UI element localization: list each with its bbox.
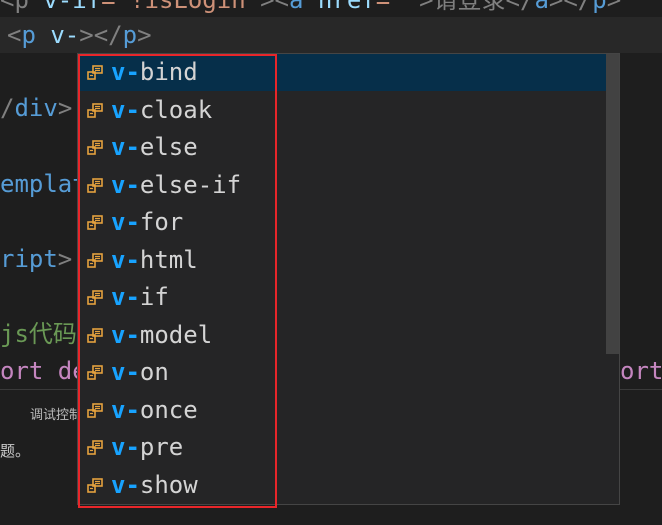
- code-line-import-tail[interactable]: ort: [620, 352, 662, 390]
- code-line-template-close[interactable]: emplat: [0, 165, 87, 203]
- code-token: /: [0, 94, 15, 122]
- code-token: ript: [0, 245, 58, 273]
- panel-message: 题。: [0, 442, 31, 460]
- code-token: ort de: [0, 357, 87, 385]
- code-token: v-: [35, 21, 80, 49]
- code-token: >: [57, 245, 73, 273]
- code-token: ><: [260, 0, 290, 14]
- code-token: <p: [0, 0, 44, 14]
- code-token: a: [289, 0, 304, 14]
- code-token: div: [14, 94, 58, 122]
- code-token: ></: [79, 21, 123, 49]
- code-token: p: [122, 21, 138, 49]
- code-token: >: [137, 21, 152, 49]
- code-token: js代码: [0, 320, 77, 348]
- code-line-export[interactable]: ort de: [0, 352, 87, 390]
- code-line-comment[interactable]: js代码: [0, 315, 77, 353]
- code-line-current[interactable]: <p v-></p>: [7, 16, 152, 54]
- code-token: href: [303, 0, 376, 14]
- code-token: ></: [548, 0, 593, 14]
- code-token: v-if: [43, 0, 102, 14]
- code-token: ="": [375, 0, 420, 14]
- debug-console-tab[interactable]: 调试控制: [30, 404, 82, 423]
- code-token: >: [57, 94, 73, 122]
- code-token: ="!isLogin": [101, 0, 261, 14]
- code-token: p: [592, 0, 607, 14]
- code-token: emplat: [0, 170, 87, 198]
- annotation-highlight-box: [78, 54, 277, 508]
- code-token: p: [21, 21, 36, 49]
- suggestion-scrollbar[interactable]: [606, 54, 619, 354]
- code-editor[interactable]: <p v-if="!isLogin"><a href="">请登录</a></p…: [0, 0, 662, 525]
- code-token: a: [534, 0, 549, 14]
- code-token: ort: [620, 357, 662, 385]
- code-token: >: [606, 0, 622, 14]
- code-token: >请登录</: [419, 0, 535, 14]
- code-token: <: [7, 21, 22, 49]
- code-line-script[interactable]: ript>: [0, 240, 72, 278]
- code-line-div-close[interactable]: /div>: [0, 89, 72, 127]
